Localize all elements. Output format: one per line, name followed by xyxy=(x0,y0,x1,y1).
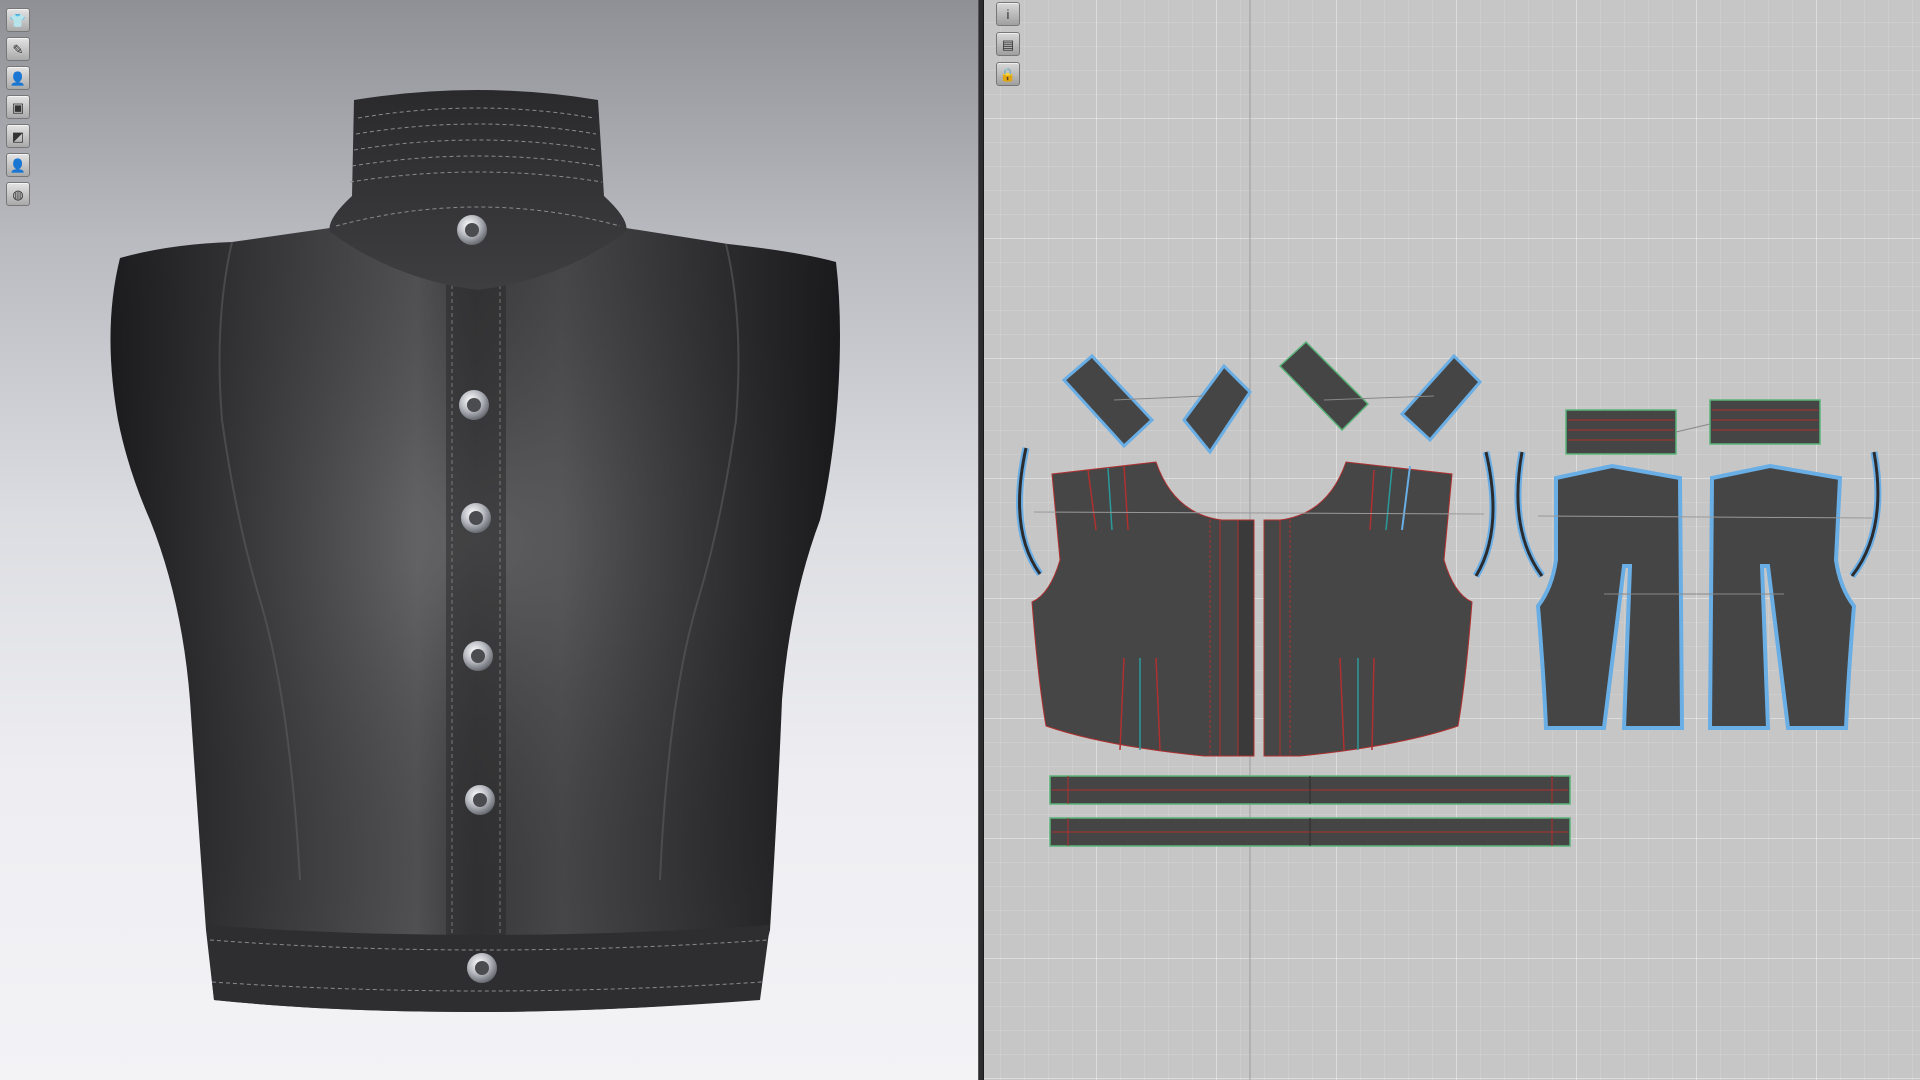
snap-button-center xyxy=(467,398,481,412)
front-left-panel[interactable] xyxy=(1031,461,1239,757)
snap-button-center xyxy=(465,223,479,237)
back-collar-piece-2[interactable] xyxy=(1709,399,1821,445)
waistband-1[interactable] xyxy=(1049,775,1571,805)
back-collar-piece-1[interactable] xyxy=(1565,409,1677,455)
snap-button-center xyxy=(475,961,489,975)
back-left-panel[interactable] xyxy=(1535,463,1685,730)
armhole-binding-left[interactable] xyxy=(1016,447,1043,577)
pattern-canvas[interactable] xyxy=(984,0,1920,1080)
front-right-panel[interactable] xyxy=(1263,461,1473,757)
collar-piece-2[interactable] xyxy=(1182,363,1252,455)
back-armhole-binding-right[interactable] xyxy=(1849,451,1882,579)
back-right-panel[interactable] xyxy=(1707,463,1857,730)
front-placket-left[interactable] xyxy=(1237,519,1255,757)
garment-3d-model[interactable] xyxy=(0,0,978,1080)
3d-viewport[interactable]: 👕 ✎ 👤 ▣ ◩ 👤 ◍ xyxy=(0,0,978,1080)
collar-piece-4[interactable] xyxy=(1399,353,1483,443)
collar-piece-1[interactable] xyxy=(1061,353,1155,449)
snap-button-center xyxy=(469,511,483,525)
snap-button-center xyxy=(473,793,487,807)
back-armhole-binding-left[interactable] xyxy=(1514,451,1545,579)
2d-pattern-viewport[interactable]: i ▤ 🔒 xyxy=(984,0,1920,1080)
vest-body xyxy=(110,228,841,1012)
waistband-2[interactable] xyxy=(1049,817,1571,847)
collar-piece-3[interactable] xyxy=(1278,340,1370,432)
snap-button-center xyxy=(471,649,485,663)
